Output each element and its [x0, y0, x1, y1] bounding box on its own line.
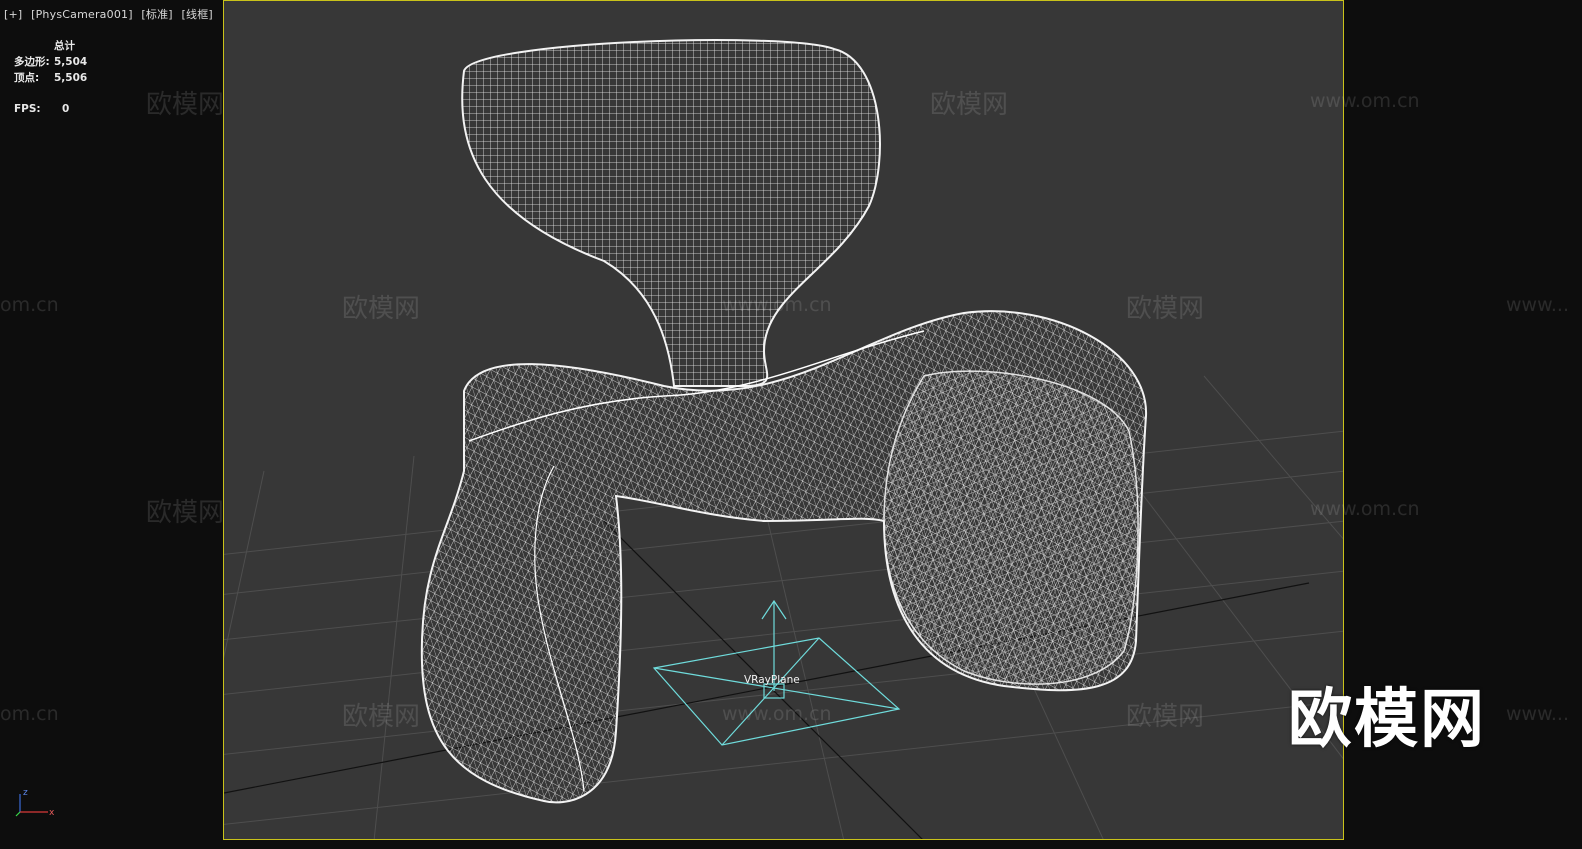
- vray-plane-helper[interactable]: VRayPlane: [652, 599, 901, 746]
- stats-row-polygons: 多边形: 5,504: [14, 54, 87, 70]
- stats-row-vertices: 顶点: 5,506: [14, 70, 87, 86]
- camera-safe-frame[interactable]: VRayPlane: [223, 0, 1344, 840]
- viewport-scene[interactable]: VRayPlane: [224, 1, 1344, 840]
- chair-backrest[interactable]: [461, 39, 881, 387]
- stats-label: 多边形:: [14, 56, 50, 68]
- viewport-camera-menu[interactable]: [PhysCamera001]: [31, 8, 133, 21]
- viewport-display-mode-menu[interactable]: [线框]: [182, 8, 213, 21]
- watermark-url-left: om.cn: [0, 703, 59, 725]
- stats-value: 5,504: [54, 56, 88, 68]
- stats-row-fps: FPS: 0: [14, 101, 87, 117]
- axis-x-label: x: [49, 808, 55, 818]
- vray-plane-label: VRayPlane: [744, 674, 800, 686]
- stats-label: FPS:: [14, 103, 41, 115]
- max-viewport-window: [+] [PhysCamera001] [标准] [线框] 总计 多边形: 5,…: [0, 0, 1582, 849]
- stats-value: 0: [62, 103, 70, 115]
- stats-value: 5,506: [54, 72, 88, 84]
- watermark-url-right: www...: [1506, 294, 1569, 316]
- statistics-overlay: 总计 多边形: 5,504 顶点: 5,506 FPS: 0: [14, 38, 87, 117]
- viewport-shading-preset-menu[interactable]: [标准]: [141, 8, 172, 21]
- chair-right-leg-shell[interactable]: [883, 370, 1139, 685]
- watermark-url-right: www...: [1506, 703, 1569, 725]
- watermark-brand: 欧模网: [146, 90, 225, 120]
- watermark-url-left: om.cn: [0, 294, 59, 316]
- watermark-brand: 欧模网: [146, 498, 225, 528]
- stats-header: 总计: [54, 40, 75, 52]
- viewport-general-menu[interactable]: [+]: [4, 8, 22, 21]
- viewport-label-menu[interactable]: [+] [PhysCamera001] [标准] [线框]: [4, 6, 218, 22]
- brand-logo-watermark: 欧模网: [1288, 683, 1486, 757]
- axis-z-label: z: [23, 788, 28, 798]
- stats-label: 顶点:: [14, 72, 40, 84]
- axis-tripod-gizmo: z x: [15, 788, 55, 818]
